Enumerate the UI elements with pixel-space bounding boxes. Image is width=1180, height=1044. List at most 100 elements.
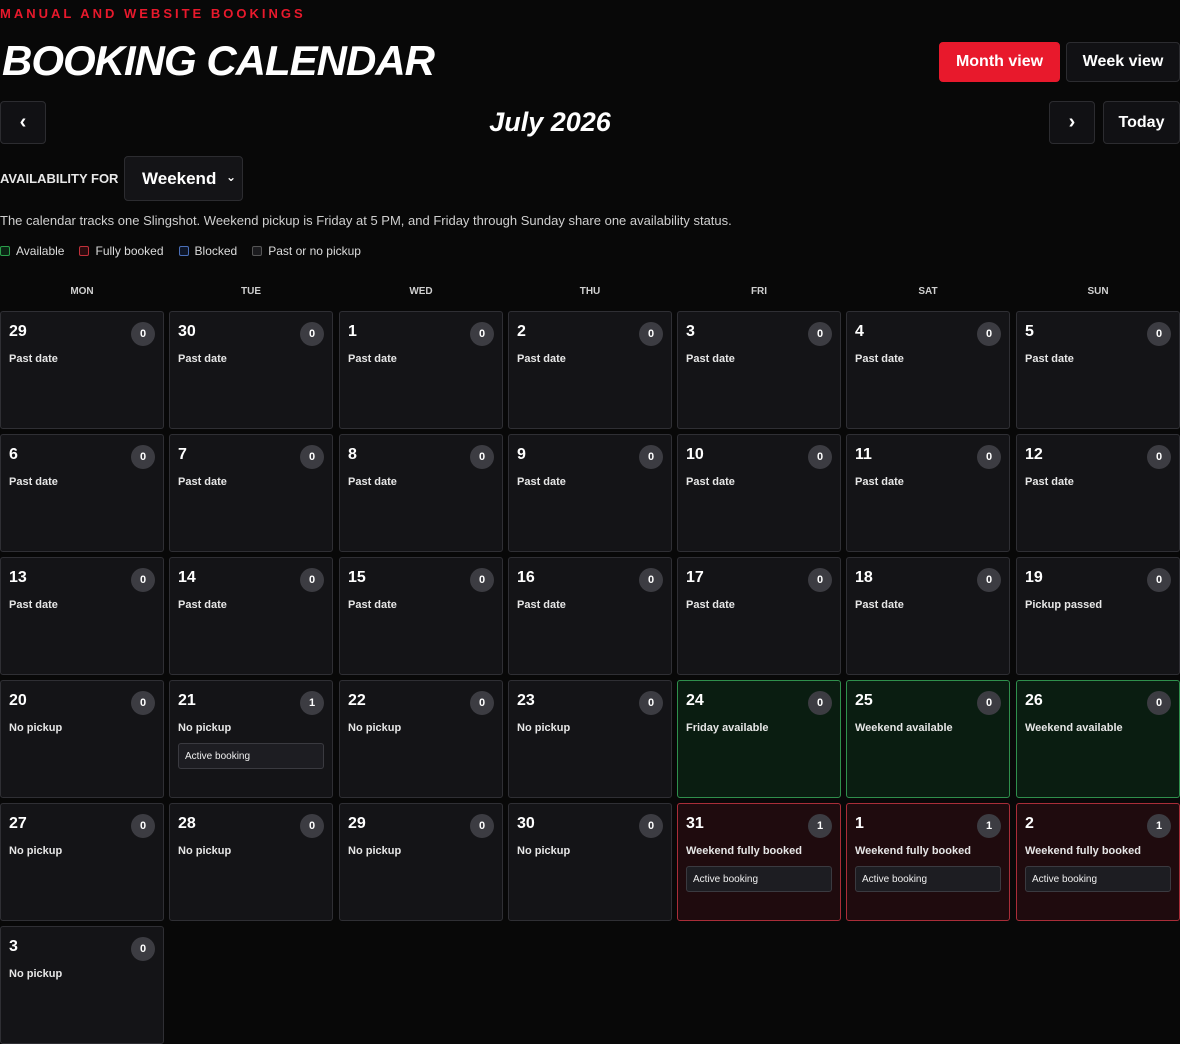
day-number: 7 xyxy=(178,446,187,463)
calendar-day-cell[interactable]: 15 0 Past date xyxy=(339,557,503,675)
booking-count-badge: 1 xyxy=(1147,814,1171,838)
day-status: No pickup xyxy=(178,722,232,734)
calendar-day-cell[interactable]: 4 0 Past date xyxy=(846,311,1010,429)
past-swatch xyxy=(252,246,263,256)
active-booking-chip[interactable]: Active booking xyxy=(178,743,324,769)
day-status: No pickup xyxy=(348,845,402,857)
calendar-day-cell[interactable]: 7 0 Past date xyxy=(169,434,333,552)
month-view-button[interactable]: Month view xyxy=(939,42,1060,82)
booking-count-badge: 0 xyxy=(808,445,832,469)
day-number: 29 xyxy=(9,323,27,340)
day-number: 3 xyxy=(9,938,18,955)
day-number: 18 xyxy=(855,569,873,586)
day-number: 12 xyxy=(1025,446,1043,463)
day-number: 30 xyxy=(178,323,196,340)
day-number: 11 xyxy=(855,446,872,463)
calendar-day-cell[interactable]: 3 0 Past date xyxy=(677,311,841,429)
day-status: No pickup xyxy=(9,845,63,857)
day-number: 9 xyxy=(517,446,526,463)
calendar-day-cell[interactable]: 12 0 Past date xyxy=(1016,434,1180,552)
calendar-day-cell[interactable]: 1 0 Past date xyxy=(339,311,503,429)
booking-count-badge: 0 xyxy=(639,691,663,715)
booking-count-badge: 0 xyxy=(470,445,494,469)
legend-label: Blocked xyxy=(194,244,238,258)
booking-count-badge: 0 xyxy=(470,814,494,838)
calendar-day-cell[interactable]: 2 0 Past date xyxy=(508,311,672,429)
calendar-day-cell[interactable]: 29 0 Past date xyxy=(0,311,164,429)
booking-count-badge: 0 xyxy=(131,814,155,838)
calendar-day-cell[interactable]: 14 0 Past date xyxy=(169,557,333,675)
active-booking-chip[interactable]: Active booking xyxy=(855,866,1001,892)
calendar-day-cell[interactable]: 26 0 Weekend available xyxy=(1016,680,1180,798)
calendar-day-cell[interactable]: 6 0 Past date xyxy=(0,434,164,552)
day-status: Weekend fully booked xyxy=(686,845,802,857)
booking-count-badge: 0 xyxy=(808,691,832,715)
calendar-day-cell[interactable]: 21 1 No pickup Active booking xyxy=(169,680,333,798)
next-month-button[interactable]: › xyxy=(1049,101,1095,144)
fully-booked-swatch xyxy=(79,246,90,256)
today-button[interactable]: Today xyxy=(1103,101,1180,144)
calendar-day-cell[interactable]: 20 0 No pickup xyxy=(0,680,164,798)
day-status: Past date xyxy=(178,599,227,611)
calendar-day-cell[interactable]: 18 0 Past date xyxy=(846,557,1010,675)
day-status: Pickup passed xyxy=(1025,599,1103,611)
calendar-day-cell[interactable]: 31 1 Weekend fully booked Active booking xyxy=(677,803,841,921)
availability-select[interactable]: Weekend ⌄ xyxy=(124,156,243,201)
active-booking-chip[interactable]: Active booking xyxy=(1025,866,1171,892)
booking-count-badge: 0 xyxy=(977,322,1001,346)
weekday-label: FRI xyxy=(750,286,768,297)
day-number: 1 xyxy=(348,323,357,340)
calendar-day-cell[interactable]: 9 0 Past date xyxy=(508,434,672,552)
calendar-day-cell[interactable]: 30 0 Past date xyxy=(169,311,333,429)
blocked-swatch xyxy=(178,246,189,256)
booking-count-badge: 0 xyxy=(131,937,155,961)
calendar-day-cell[interactable]: 24 0 Friday available xyxy=(677,680,841,798)
day-status: Past date xyxy=(1025,476,1074,488)
calendar-description: The calendar tracks one Slingshot. Weeke… xyxy=(0,213,732,228)
calendar-day-cell[interactable]: 30 0 No pickup xyxy=(508,803,672,921)
legend-available: Available xyxy=(0,244,64,258)
day-number: 26 xyxy=(1025,692,1043,709)
calendar-day-cell[interactable]: 1 1 Weekend fully booked Active booking xyxy=(846,803,1010,921)
month-label: July 2026 xyxy=(489,107,611,137)
booking-count-badge: 0 xyxy=(470,568,494,592)
calendar-day-cell[interactable]: 27 0 No pickup xyxy=(0,803,164,921)
day-number: 5 xyxy=(1025,323,1034,340)
day-status: Weekend available xyxy=(855,722,953,734)
booking-count-badge: 0 xyxy=(300,814,324,838)
calendar-day-cell[interactable]: 13 0 Past date xyxy=(0,557,164,675)
day-status: No pickup xyxy=(517,845,571,857)
day-status: Past date xyxy=(517,599,566,611)
day-status: Weekend available xyxy=(1025,722,1123,734)
weekday-label: SAT xyxy=(918,286,938,297)
booking-count-badge: 0 xyxy=(977,445,1001,469)
day-number: 8 xyxy=(348,446,357,463)
calendar-day-cell[interactable]: 5 0 Past date xyxy=(1016,311,1180,429)
booking-count-badge: 1 xyxy=(977,814,1001,838)
calendar-day-cell[interactable]: 10 0 Past date xyxy=(677,434,841,552)
calendar-day-cell[interactable]: 3 0 No pickup xyxy=(0,926,164,1044)
calendar-day-cell[interactable]: 2 1 Weekend fully booked Active booking xyxy=(1016,803,1180,921)
calendar-day-cell[interactable]: 17 0 Past date xyxy=(677,557,841,675)
booking-count-badge: 1 xyxy=(808,814,832,838)
active-booking-chip[interactable]: Active booking xyxy=(686,866,832,892)
booking-count-badge: 0 xyxy=(977,691,1001,715)
booking-count-badge: 0 xyxy=(131,568,155,592)
calendar-day-cell[interactable]: 22 0 No pickup xyxy=(339,680,503,798)
day-status: Past date xyxy=(855,353,904,365)
day-status: Past date xyxy=(348,476,397,488)
calendar-day-cell[interactable]: 28 0 No pickup xyxy=(169,803,333,921)
calendar-day-cell[interactable]: 29 0 No pickup xyxy=(339,803,503,921)
day-status: No pickup xyxy=(348,722,402,734)
calendar-day-cell[interactable]: 25 0 Weekend available xyxy=(846,680,1010,798)
booking-count-badge: 0 xyxy=(300,568,324,592)
booking-count-badge: 0 xyxy=(1147,445,1171,469)
calendar-day-cell[interactable]: 11 0 Past date xyxy=(846,434,1010,552)
week-view-button[interactable]: Week view xyxy=(1066,42,1180,82)
day-status: No pickup xyxy=(9,722,63,734)
calendar-day-cell[interactable]: 16 0 Past date xyxy=(508,557,672,675)
calendar-day-cell[interactable]: 19 0 Pickup passed xyxy=(1016,557,1180,675)
calendar-day-cell[interactable]: 8 0 Past date xyxy=(339,434,503,552)
calendar-day-cell[interactable]: 23 0 No pickup xyxy=(508,680,672,798)
weekday-label: MON xyxy=(70,286,94,297)
